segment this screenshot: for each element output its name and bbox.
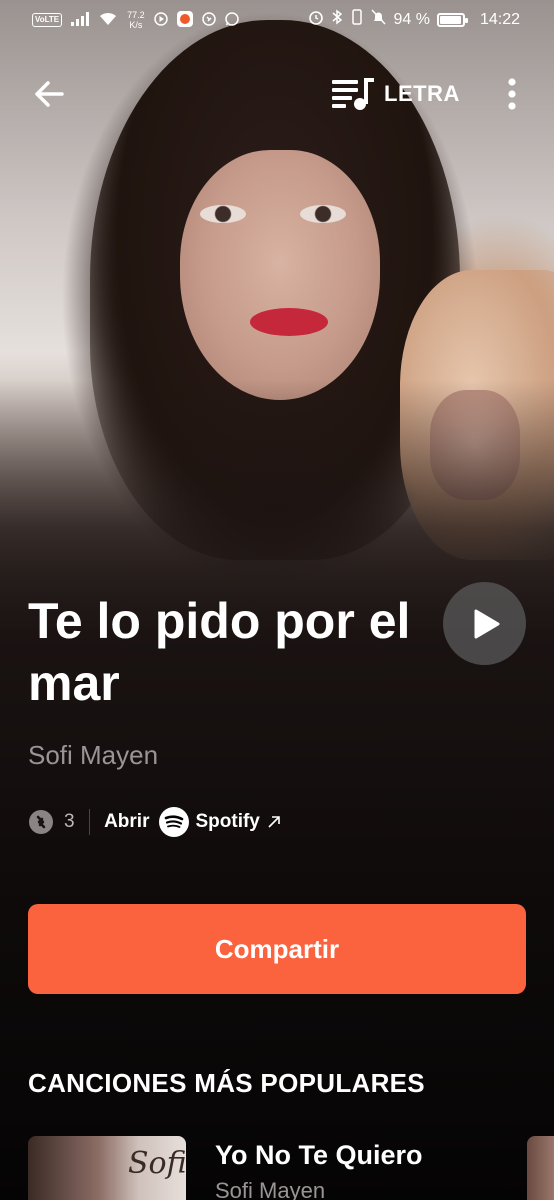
lyrics-icon [332,78,374,110]
network-speed-value: 77.2 [127,10,145,20]
network-speed: 77.2 K/s [127,10,145,30]
song-title: Te lo pido por el mar [28,593,411,711]
status-bar: VoLTE 77.2 K/s 94 % 14:22 [0,0,554,40]
play-status-icon [153,11,168,29]
clock: 14:22 [479,10,520,28]
shazam-status-icon [201,11,216,29]
shazam-count: 3 [64,811,75,832]
open-label: Abrir [104,811,150,832]
lyrics-button[interactable]: LETRA [330,74,460,114]
artist-hero-image [0,0,554,640]
battery-fill [439,15,461,24]
play-icon [474,609,499,638]
mute-bell-icon [371,9,387,30]
lyrics-label: LETRA [384,81,460,106]
more-options-button[interactable] [498,76,526,112]
track-artist: Sofi Mayen [215,1178,326,1200]
next-track-cover[interactable] [527,1136,554,1200]
share-button[interactable]: Compartir [28,904,526,994]
play-button[interactable] [443,582,526,665]
signal-icon [71,11,90,29]
spotify-icon [159,807,190,837]
more-vertical-icon [508,78,516,110]
back-button[interactable] [30,74,70,114]
external-link-icon [268,816,280,828]
vibrate-icon [350,9,364,30]
battery-percent: 94 % [393,10,430,28]
song-meta-row: 3 Abrir Spotify [28,806,282,838]
arrow-left-icon [35,81,64,107]
cover-signature: Sofi [128,1146,186,1181]
spotify-label: Spotify [195,811,260,832]
bluetooth-icon [331,9,343,30]
app-notification-icon [176,10,193,30]
whatsapp-icon [224,11,239,29]
popular-songs-heading: CANCIONES MÁS POPULARES [28,1068,425,1098]
artist-name[interactable]: Sofi Mayen [28,740,158,771]
network-speed-unit: K/s [129,20,143,30]
meta-divider [88,809,91,835]
hero-eye-right [300,205,346,223]
open-in-spotify-link[interactable]: Abrir Spotify [104,807,282,837]
hero-lips [250,308,328,336]
battery-icon [436,12,468,27]
alarm-icon [308,9,324,30]
hero-face-shape [180,150,380,400]
shazam-icon [29,810,53,834]
track-cover[interactable]: Sofi [28,1136,186,1200]
volte-badge: VoLTE [32,13,63,27]
wifi-icon [98,12,118,29]
track-title[interactable]: Yo No Te Quiero [215,1140,423,1171]
hero-eye-left [200,205,246,223]
